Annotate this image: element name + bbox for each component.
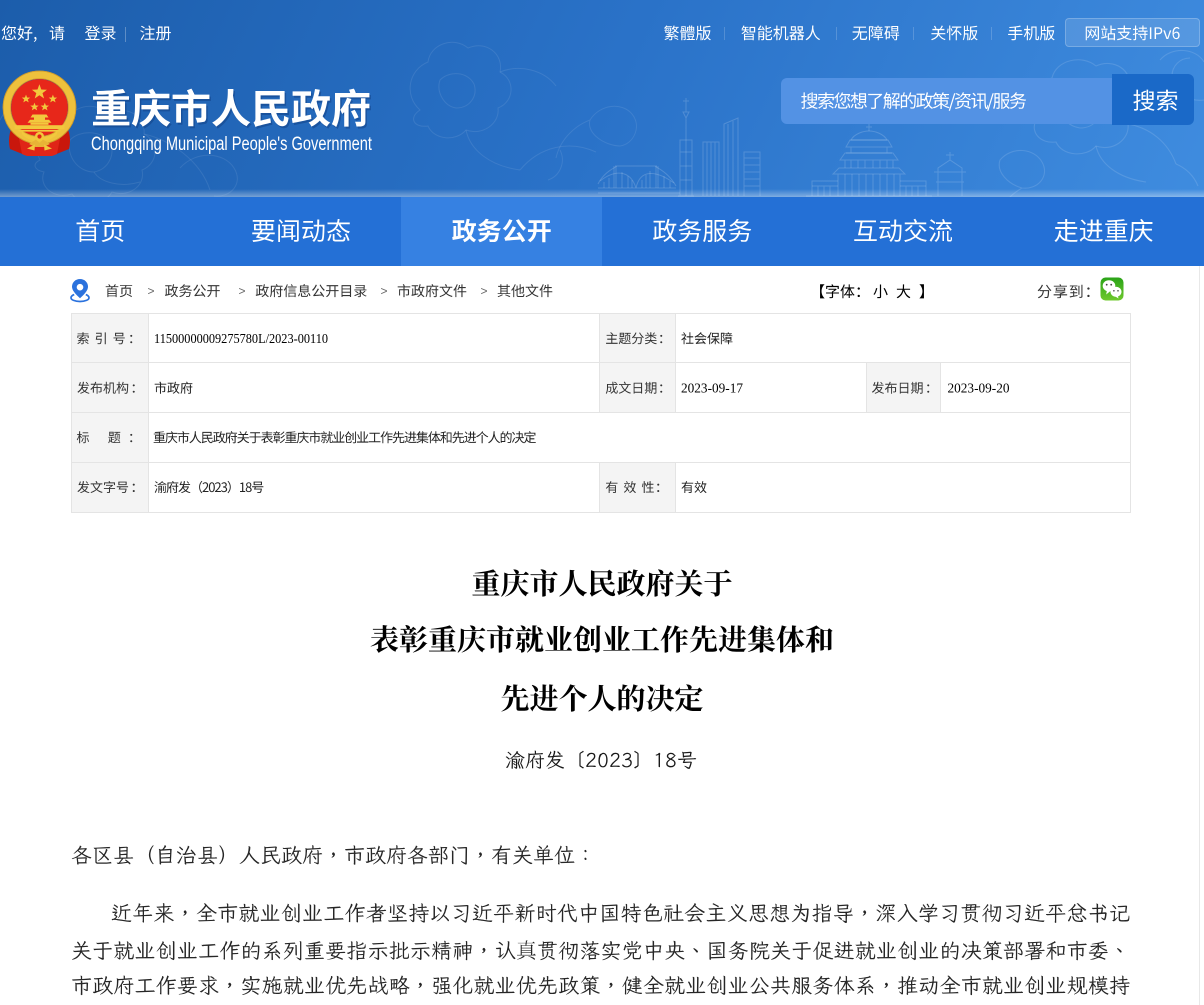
svg-text:>: > xyxy=(381,284,388,298)
svg-text:11500000009275780L/2023-00110: 11500000009275780L/2023-00110 xyxy=(154,331,328,346)
svg-text:Chongqing Municipal People's G: Chongqing Municipal People's Government xyxy=(91,134,373,155)
svg-text:>: > xyxy=(481,284,488,298)
svg-text:>: > xyxy=(239,284,246,298)
svg-text:2023-09-20: 2023-09-20 xyxy=(948,381,1010,396)
svg-text:>: > xyxy=(148,284,155,298)
svg-text:2023-09-17: 2023-09-17 xyxy=(681,381,743,396)
